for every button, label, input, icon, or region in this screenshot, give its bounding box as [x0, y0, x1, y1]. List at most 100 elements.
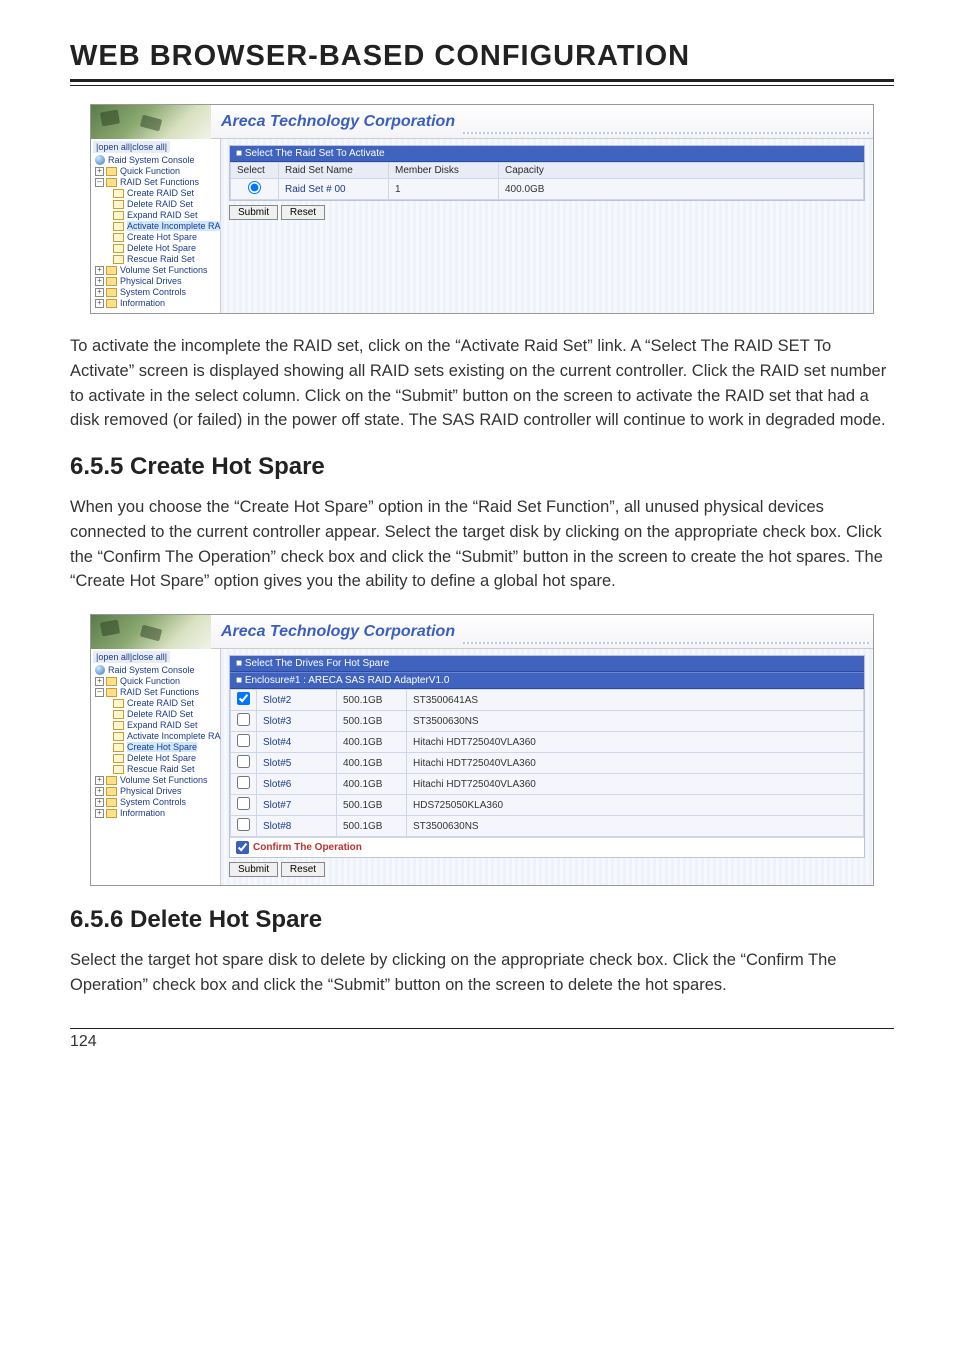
- slot-link[interactable]: Slot#6: [257, 774, 337, 795]
- file-icon: [113, 233, 124, 242]
- folder-icon: [106, 776, 117, 785]
- page-number: 124: [70, 1033, 894, 1051]
- tree-volume-set[interactable]: +Volume Set Functions: [95, 265, 220, 276]
- tree-raidset-functions[interactable]: –RAID Set Functions: [95, 687, 220, 698]
- tree-raidset-functions[interactable]: –RAID Set Functions: [95, 177, 220, 188]
- file-icon: [113, 732, 124, 741]
- tree-label: Physical Drives: [120, 786, 182, 796]
- drive-checkbox[interactable]: [237, 755, 250, 768]
- select-radio[interactable]: [248, 181, 261, 194]
- footer-rule: [70, 1028, 894, 1029]
- rule-thick: [70, 79, 894, 82]
- tree-system-controls[interactable]: +System Controls: [95, 287, 220, 298]
- folder-icon: [106, 266, 117, 275]
- cell-model: ST3500630NS: [407, 816, 864, 837]
- file-icon: [113, 754, 124, 763]
- cell-model: ST3500630NS: [407, 711, 864, 732]
- sidebar: |open all|close all| Raid System Console…: [91, 139, 221, 313]
- sidebar-item-label: Create RAID Set: [127, 188, 194, 198]
- sidebar-item[interactable]: Create Hot Spare: [95, 232, 220, 243]
- table-row: Slot#6400.1GBHitachi HDT725040VLA360: [231, 774, 864, 795]
- drive-checkbox[interactable]: [237, 818, 250, 831]
- app-banner: Areca Technology Corporation: [91, 615, 873, 649]
- sidebar-item-label: Delete RAID Set: [127, 709, 193, 719]
- confirm-checkbox[interactable]: [236, 841, 249, 854]
- cell-model: HDS725050KLA360: [407, 795, 864, 816]
- sidebar-item[interactable]: Create RAID Set: [95, 188, 220, 199]
- screenshot-activate-raid: Areca Technology Corporation |open all|c…: [90, 104, 874, 314]
- folder-icon: [106, 809, 117, 818]
- cell-model: ST3500641AS: [407, 690, 864, 711]
- tree-volume-set[interactable]: +Volume Set Functions: [95, 775, 220, 786]
- folder-icon: [106, 688, 117, 697]
- slot-link[interactable]: Slot#3: [257, 711, 337, 732]
- drive-checkbox[interactable]: [237, 776, 250, 789]
- drive-checkbox[interactable]: [237, 797, 250, 810]
- sidebar-item[interactable]: Activate Incomplete RAID S: [95, 221, 220, 232]
- banner-stripe: [463, 132, 869, 134]
- slot-link[interactable]: Slot#5: [257, 753, 337, 774]
- slot-link[interactable]: Slot#4: [257, 732, 337, 753]
- banner-title: Areca Technology Corporation: [221, 623, 455, 641]
- tree-information[interactable]: +Information: [95, 298, 220, 309]
- table-row: Slot#7500.1GBHDS725050KLA360: [231, 795, 864, 816]
- tree-label: Volume Set Functions: [120, 775, 208, 785]
- tree-label: System Controls: [120, 797, 186, 807]
- table-row: Slot#5400.1GBHitachi HDT725040VLA360: [231, 753, 864, 774]
- tree-quick-function[interactable]: +Quick Function: [95, 166, 220, 177]
- plus-icon: +: [95, 809, 104, 818]
- drives-table: Slot#2500.1GBST3500641ASSlot#3500.1GBST3…: [230, 689, 864, 837]
- tree-toggle-all[interactable]: |open all|close all|: [93, 141, 170, 153]
- sidebar-item[interactable]: Delete Hot Spare: [95, 243, 220, 254]
- sidebar-item[interactable]: Create Hot Spare: [95, 742, 220, 753]
- slot-link[interactable]: Slot#8: [257, 816, 337, 837]
- drive-checkbox[interactable]: [237, 734, 250, 747]
- sidebar-item[interactable]: Rescue Raid Set: [95, 764, 220, 775]
- submit-button[interactable]: Submit: [229, 862, 278, 877]
- tree-physical-drives[interactable]: +Physical Drives: [95, 786, 220, 797]
- sidebar: |open all|close all| Raid System Console…: [91, 649, 221, 885]
- tree-label: Information: [120, 298, 165, 308]
- banner-stripe: [463, 642, 869, 644]
- sidebar-item[interactable]: Expand RAID Set: [95, 720, 220, 731]
- tree-information[interactable]: + Information: [95, 808, 220, 819]
- table-row: Slot#2500.1GBST3500641AS: [231, 690, 864, 711]
- banner-art: [91, 105, 211, 139]
- file-icon: [113, 710, 124, 719]
- plus-icon: +: [95, 266, 104, 275]
- cell-capacity: 500.1GB: [337, 711, 407, 732]
- sidebar-item[interactable]: Activate Incomplete RAID S: [95, 731, 220, 742]
- cell-model: Hitachi HDT725040VLA360: [407, 732, 864, 753]
- tree-system-controls[interactable]: +System Controls: [95, 797, 220, 808]
- sidebar-item[interactable]: Delete RAID Set: [95, 709, 220, 720]
- file-icon: [113, 189, 124, 198]
- tree-quick-function[interactable]: +Quick Function: [95, 676, 220, 687]
- heading-delete-hot-spare: 6.5.6 Delete Hot Spare: [70, 906, 894, 934]
- heading-create-hot-spare: 6.5.5 Create Hot Spare: [70, 453, 894, 481]
- folder-icon: [106, 787, 117, 796]
- folder-icon: [106, 288, 117, 297]
- tree-toggle-all[interactable]: |open all|close all|: [93, 651, 170, 663]
- slot-link[interactable]: Slot#2: [257, 690, 337, 711]
- minus-icon: –: [95, 688, 104, 697]
- drive-checkbox[interactable]: [237, 713, 250, 726]
- col-capacity: Capacity: [499, 163, 864, 179]
- sidebar-item[interactable]: Rescue Raid Set: [95, 254, 220, 265]
- tree-label: Information: [120, 808, 165, 818]
- sidebar-item[interactable]: Delete Hot Spare: [95, 753, 220, 764]
- submit-button[interactable]: Submit: [229, 205, 278, 220]
- reset-button[interactable]: Reset: [281, 862, 325, 877]
- drive-checkbox[interactable]: [237, 692, 250, 705]
- tree-label: RAID Set Functions: [120, 177, 199, 187]
- sidebar-item[interactable]: Create RAID Set: [95, 698, 220, 709]
- tree-label: Quick Function: [120, 676, 180, 686]
- reset-button[interactable]: Reset: [281, 205, 325, 220]
- file-icon: [113, 699, 124, 708]
- tree-physical-drives[interactable]: +Physical Drives: [95, 276, 220, 287]
- slot-link[interactable]: Slot#7: [257, 795, 337, 816]
- tree-root[interactable]: Raid System Console: [95, 665, 220, 676]
- sidebar-item[interactable]: Delete RAID Set: [95, 199, 220, 210]
- raidset-name-link[interactable]: Raid Set # 00: [279, 179, 389, 200]
- sidebar-item[interactable]: Expand RAID Set: [95, 210, 220, 221]
- tree-root[interactable]: Raid System Console: [95, 155, 220, 166]
